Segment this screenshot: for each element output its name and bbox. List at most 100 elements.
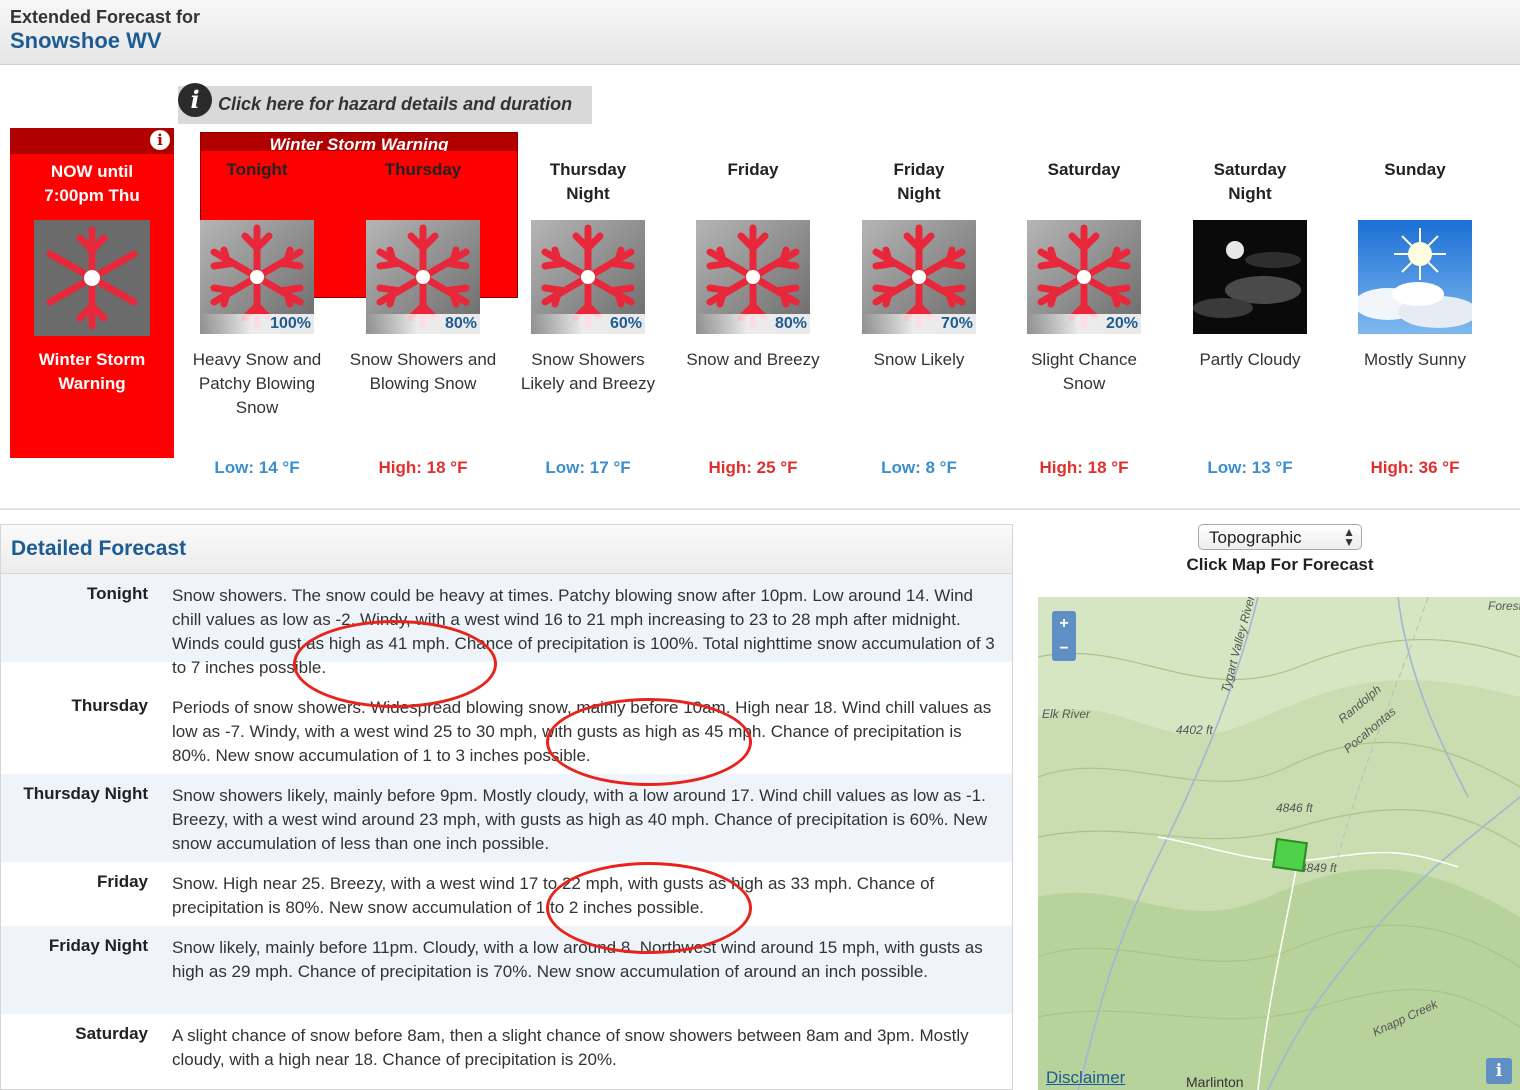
partly-cloudy-night-icon xyxy=(1193,220,1307,334)
map-elevation-label: 4402 ft xyxy=(1176,723,1213,737)
period-name: Saturday xyxy=(1047,160,1121,179)
period-name: Thursday xyxy=(384,160,462,179)
detailed-forecast-panel: Detailed Forecast Tonight Snow showers. … xyxy=(0,524,1013,1090)
period-name: Sunday xyxy=(1384,160,1446,179)
forecast-row: Friday Snow. High near 25. Breezy, with … xyxy=(1,862,1012,926)
annotation-circle xyxy=(293,620,497,708)
forecast-period[interactable]: Friday Night 70% Snow Likely Low: 8 °F xyxy=(844,158,994,477)
forecast-row-label: Thursday xyxy=(71,696,148,715)
forecast-row-text: Snow showers likely, mainly before 9pm. … xyxy=(172,786,988,853)
forecast-period[interactable]: Friday 80% Snow and Breezy High: 25 °F xyxy=(678,158,828,477)
forecast-area-marker[interactable] xyxy=(1272,837,1308,873)
map-town-label: Marlinton xyxy=(1186,1074,1244,1090)
current-hazard-box[interactable]: i NOW until 7:00pm Thu Winter Storm Warn… xyxy=(10,128,174,458)
hazard-label-line2: Warning xyxy=(58,374,126,393)
period-temperature: Low: 17 °F xyxy=(545,458,631,477)
period-short-forecast: Partly Cloudy xyxy=(1199,350,1301,369)
hazard-link-text: Click here for hazard details and durati… xyxy=(218,94,573,114)
annotation-circle xyxy=(546,862,752,954)
snow-icon: 100% xyxy=(200,220,314,334)
period-name-line2: Night xyxy=(897,184,941,203)
period-temperature: Low: 8 °F xyxy=(881,458,957,477)
forecast-period[interactable]: Sunday Mostly Sunny High: 36 °F xyxy=(1340,158,1490,477)
snow-icon: 20% xyxy=(1027,220,1141,334)
map-river-label: Elk River xyxy=(1042,707,1091,721)
period-name-line2: Night xyxy=(1228,184,1272,203)
map-caption: Click Map For Forecast xyxy=(1186,555,1374,574)
period-short-forecast: Snow and Breezy xyxy=(686,350,820,369)
period-temperature: Low: 14 °F xyxy=(214,458,300,477)
zoom-out-button[interactable]: − xyxy=(1052,636,1076,661)
forecast-row-label: Tonight xyxy=(86,584,148,603)
period-temperature: Low: 13 °F xyxy=(1207,458,1293,477)
forecast-map[interactable]: + − 4402 ft 4846 ft 4849 ft Randolph Poc… xyxy=(1038,597,1520,1090)
forecast-row: Thursday Night Snow showers likely, main… xyxy=(1,774,1012,862)
period-temperature: High: 36 °F xyxy=(1370,458,1460,477)
now-line2: 7:00pm Thu xyxy=(44,186,140,205)
info-icon[interactable]: i xyxy=(150,130,170,150)
period-short-forecast: Heavy Snow and Patchy Blowing Snow xyxy=(192,350,322,417)
forecast-row: Friday Night Snow likely, mainly before … xyxy=(1,926,1012,1014)
disclaimer-link[interactable]: Disclaimer xyxy=(1046,1068,1125,1088)
period-name: Friday xyxy=(893,160,945,179)
snow-icon: 80% xyxy=(366,220,480,334)
map-info-icon[interactable]: i xyxy=(1486,1058,1512,1084)
map-type-select[interactable]: Topographic ▲ ▼ xyxy=(1198,524,1362,550)
precip-chance: 60% xyxy=(531,314,645,334)
zoom-control[interactable]: + − xyxy=(1052,611,1076,661)
forecast-period[interactable]: Thursday Night 60% Snow Showers Likely and … xyxy=(513,158,663,477)
now-header-band: i xyxy=(10,128,174,154)
page-header: Extended Forecast for Snowshoe WV xyxy=(0,0,1520,65)
snow-icon: 80% xyxy=(696,220,810,334)
period-short-forecast: Slight Chance Snow xyxy=(1031,350,1137,393)
warning-band: Winter Storm Warning xyxy=(201,133,517,151)
map-elevation-label: 4846 ft xyxy=(1276,801,1313,815)
info-icon: i xyxy=(178,83,212,117)
period-name: Thursday xyxy=(549,160,627,179)
forecast-row-label: Saturday xyxy=(75,1024,148,1043)
annotation-circle xyxy=(546,698,752,786)
snow-icon: 60% xyxy=(531,220,645,334)
map-type-value: Topographic xyxy=(1209,528,1302,547)
precip-chance: 80% xyxy=(696,314,810,334)
period-temperature: High: 18 °F xyxy=(378,458,468,477)
period-temperature: High: 18 °F xyxy=(1039,458,1129,477)
forecast-period[interactable]: Thursday 80% Snow Showers and Blowing Snow… xyxy=(348,158,498,477)
precip-chance: 80% xyxy=(366,314,480,334)
precip-chance: 70% xyxy=(862,314,976,334)
forecast-row: Saturday A slight chance of snow before … xyxy=(1,1014,1012,1089)
section-divider xyxy=(0,508,1520,510)
period-short-forecast: Snow Likely xyxy=(873,350,965,369)
forecast-period[interactable]: Tonight 100% Heavy Snow and Patchy Blowing… xyxy=(182,158,332,477)
detailed-forecast-title: Detailed Forecast xyxy=(11,537,187,560)
forecast-row-label: Friday Night xyxy=(48,936,148,955)
forecast-row-label: Thursday Night xyxy=(23,784,148,803)
forecast-period[interactable]: Saturday 20% Slight Chance Snow High: 18 °F xyxy=(1009,158,1159,477)
period-temperature: High: 25 °F xyxy=(708,458,798,477)
period-short-forecast: Mostly Sunny xyxy=(1363,350,1467,369)
mostly-sunny-icon xyxy=(1354,220,1478,334)
snow-icon: 70% xyxy=(862,220,976,334)
forecast-period[interactable]: Saturday Night Partly Cloudy Low: 13 °F xyxy=(1175,158,1325,477)
period-name-line2: Night xyxy=(566,184,610,203)
header-label: Extended Forecast for xyxy=(10,7,201,27)
period-name: Friday xyxy=(727,160,779,179)
hazard-details-link[interactable]: i Click here for hazard details and dura… xyxy=(178,83,592,124)
snow-icon xyxy=(34,220,150,341)
map-area-label: Forest xyxy=(1488,599,1520,613)
detailed-forecast-header: Detailed Forecast xyxy=(1,525,1012,574)
period-name: Saturday xyxy=(1213,160,1287,179)
forecast-row-label: Friday xyxy=(96,872,148,891)
zoom-in-button[interactable]: + xyxy=(1052,611,1076,636)
now-line1: NOW until xyxy=(50,162,134,181)
precip-chance: 100% xyxy=(200,314,314,334)
select-arrows-icon: ▲ ▼ xyxy=(1343,525,1355,549)
period-short-forecast: Snow Showers and Blowing Snow xyxy=(349,350,497,393)
location-title: Snowshoe WV xyxy=(10,28,162,53)
period-name: Tonight xyxy=(226,160,288,179)
hazard-label-line1: Winter Storm xyxy=(38,350,146,369)
period-short-forecast: Snow Showers Likely and Breezy xyxy=(520,350,656,393)
warning-banner-text: Winter Storm Warning xyxy=(269,135,449,151)
precip-chance: 20% xyxy=(1027,314,1141,334)
map-elevation-label: 4849 ft xyxy=(1300,861,1337,875)
